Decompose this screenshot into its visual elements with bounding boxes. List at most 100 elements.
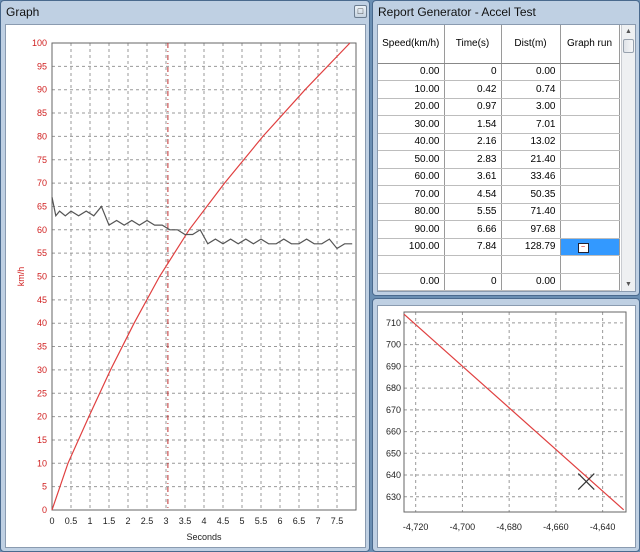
table-cell[interactable]: 70.00 <box>378 185 445 204</box>
table-cell[interactable] <box>560 80 620 99</box>
table-row[interactable]: 20.00 0.97 3.00 <box>378 98 620 116</box>
table-row[interactable]: 10.00 0.42 0.74 <box>378 80 620 99</box>
x-tick-label: 6 <box>277 516 282 526</box>
column-time[interactable]: Time(s) <box>444 25 502 64</box>
table-row[interactable]: 30.00 1.54 7.01 <box>378 115 620 134</box>
table-cell[interactable]: 71.40 <box>501 203 561 221</box>
table-cell[interactable]: 0.00 <box>378 63 445 81</box>
table-row[interactable]: 60.00 3.61 33.46 <box>378 168 620 186</box>
table-cell[interactable]: 33.46 <box>501 168 561 186</box>
table-cell[interactable] <box>560 220 620 239</box>
y-tick-label: 700 <box>386 340 401 350</box>
table-cell[interactable]: 60.00 <box>378 168 445 186</box>
table-cell[interactable] <box>560 255 620 274</box>
x-tick-label: 2 <box>125 516 130 526</box>
table-row[interactable]: 50.00 2.83 21.40 <box>378 150 620 169</box>
x-tick-label: 4 <box>201 516 206 526</box>
table-row[interactable]: 0.00 0 0.00 <box>378 63 620 81</box>
table-cell[interactable] <box>560 133 620 151</box>
table-cell[interactable] <box>501 255 561 274</box>
table-cell[interactable] <box>560 185 620 204</box>
x-tick-label: -4,700 <box>450 522 476 532</box>
column-speed[interactable]: Speed(km/h) <box>378 25 445 64</box>
table-row[interactable]: 70.00 4.54 50.35 <box>378 185 620 204</box>
column-graph-run[interactable]: Graph run <box>560 25 620 64</box>
table-cell[interactable]: 0.00 <box>501 273 561 291</box>
report-table: Speed(km/h) Time(s) Dist(m) Graph run 0.… <box>378 25 620 291</box>
table-cell[interactable] <box>560 203 620 221</box>
table-row[interactable]: 100.00 7.84 128.79 ~ <box>378 238 620 256</box>
table-cell[interactable]: 40.00 <box>378 133 445 151</box>
graph-plot-area: 0 0.5 1 1.5 2 2.5 3 3.5 4 4.5 5 5.5 6 6.5 7 7.5 0 5 10 15 20… <box>5 24 366 548</box>
table-cell[interactable]: 90.00 <box>378 220 445 239</box>
table-row[interactable]: 80.00 5.55 71.40 <box>378 203 620 221</box>
graph-run-selected-cell[interactable]: ~ <box>560 238 620 256</box>
table-cell[interactable]: 21.40 <box>501 150 561 169</box>
table-cell[interactable] <box>378 255 445 274</box>
table-cell[interactable]: 10.00 <box>378 80 445 99</box>
table-cell[interactable]: 0.42 <box>444 80 502 99</box>
table-cell[interactable]: 0 <box>444 63 502 81</box>
report-vertical-scrollbar[interactable]: ▲ ▼ <box>621 25 635 291</box>
table-row[interactable]: 90.00 6.66 97.68 <box>378 220 620 239</box>
graph-icon[interactable]: ~ <box>577 242 589 253</box>
y-tick-label: 75 <box>37 155 47 165</box>
y-tick-label: 630 <box>386 492 401 502</box>
table-cell[interactable]: 0.74 <box>501 80 561 99</box>
table-cell[interactable]: 3.61 <box>444 168 502 186</box>
table-cell[interactable]: 0.97 <box>444 98 502 116</box>
table-cell[interactable]: 97.68 <box>501 220 561 239</box>
x-tick-label: 5.5 <box>255 516 268 526</box>
table-cell[interactable]: 0.00 <box>378 273 445 291</box>
x-tick-label: 0 <box>49 516 54 526</box>
table-cell[interactable] <box>560 150 620 169</box>
x-tick-label: -4,680 <box>496 522 522 532</box>
x-tick-label: 3 <box>163 516 168 526</box>
table-cell[interactable] <box>444 255 502 274</box>
table-cell[interactable]: 128.79 <box>501 238 561 256</box>
table-row[interactable]: 40.00 2.16 13.02 <box>378 133 620 151</box>
table-cell[interactable]: 100.00 <box>378 238 445 256</box>
y-tick-label: 100 <box>32 38 47 48</box>
table-cell[interactable]: 50.00 <box>378 150 445 169</box>
table-row[interactable] <box>378 255 620 274</box>
table-cell[interactable]: 20.00 <box>378 98 445 116</box>
table-cell[interactable]: 7.01 <box>501 115 561 134</box>
scroll-down-icon[interactable]: ▼ <box>622 278 635 291</box>
table-cell[interactable]: 30.00 <box>378 115 445 134</box>
y-tick-label: 650 <box>386 448 401 458</box>
table-cell[interactable] <box>560 273 620 291</box>
table-cell[interactable]: 4.54 <box>444 185 502 204</box>
table-cell[interactable]: 2.83 <box>444 150 502 169</box>
position-chart: -4,720 -4,700 -4,680 -4,660 -4,640 630 640 650 6… <box>386 311 627 532</box>
table-cell[interactable]: 0 <box>444 273 502 291</box>
table-cell[interactable] <box>560 168 620 186</box>
table-cell[interactable]: 6.66 <box>444 220 502 239</box>
table-row[interactable]: 0.00 0 0.00 <box>378 273 620 291</box>
x-tick-label: -4,640 <box>590 522 616 532</box>
table-cell[interactable]: 13.02 <box>501 133 561 151</box>
y-tick-label: 70 <box>37 178 47 188</box>
y-tick-label: 55 <box>37 248 47 258</box>
table-cell[interactable] <box>560 63 620 81</box>
table-cell[interactable]: 0.00 <box>501 63 561 81</box>
table-cell[interactable]: 3.00 <box>501 98 561 116</box>
y-axis-label: km/h <box>16 267 26 287</box>
table-cell[interactable]: 5.55 <box>444 203 502 221</box>
column-dist[interactable]: Dist(m) <box>501 25 561 64</box>
scrollbar-thumb[interactable] <box>623 39 634 53</box>
table-cell[interactable] <box>560 115 620 134</box>
y-tick-label: 640 <box>386 470 401 480</box>
y-tick-label: 80 <box>37 131 47 141</box>
table-cell[interactable]: 80.00 <box>378 203 445 221</box>
graph-window: Graph □ 0 0.5 1 1.5 2 2.5 3 3.5 4 4.5 5 5.5 6 6.5 7 7.5… <box>0 0 370 552</box>
table-cell[interactable]: 7.84 <box>444 238 502 256</box>
scroll-up-icon[interactable]: ▲ <box>622 25 635 38</box>
table-cell[interactable]: 1.54 <box>444 115 502 134</box>
y-tick-label: 5 <box>42 482 47 492</box>
table-cell[interactable] <box>560 98 620 116</box>
table-cell[interactable]: 50.35 <box>501 185 561 204</box>
table-cell[interactable]: 2.16 <box>444 133 502 151</box>
maximize-button[interactable]: □ <box>354 5 367 18</box>
y-tick-label: 690 <box>386 361 401 371</box>
